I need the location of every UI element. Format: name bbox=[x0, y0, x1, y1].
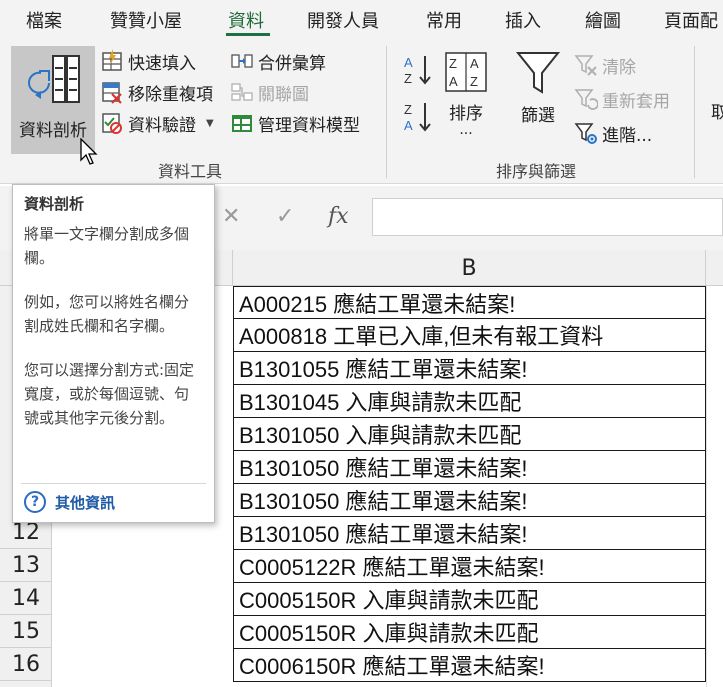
enter-icon[interactable]: ✓ bbox=[276, 204, 294, 229]
advanced-label: 進階... bbox=[602, 125, 653, 146]
relationships-button[interactable]: 關聯圖 bbox=[230, 79, 309, 105]
cell-b[interactable]: C0006150R 應結工單還未結案! bbox=[233, 649, 706, 682]
cancel-icon[interactable]: ✕ bbox=[222, 204, 240, 229]
tooltip-description: 將單一文字欄分割成多個欄。 bbox=[24, 225, 190, 267]
cell-b[interactable]: C0005150R 入庫與請款未匹配 bbox=[233, 583, 706, 616]
tooltip-title: 資料剖析 bbox=[24, 195, 85, 213]
text-to-columns-tooltip: 資料剖析 將單一文字欄分割成多個欄。 例如，您可以將姓名欄分割成姓氏欄和名字欄。… bbox=[12, 184, 215, 523]
consolidate-button[interactable]: 合併彙算 bbox=[230, 48, 326, 74]
tooltip-example: 例如，您可以將姓名欄分割成姓氏欄和名字欄。 bbox=[24, 293, 190, 335]
tooltip-divider bbox=[21, 483, 206, 484]
data-model-icon bbox=[232, 115, 252, 132]
remove-duplicates-button[interactable]: 移除重複項 bbox=[100, 79, 213, 105]
flash-fill-label: 快速填入 bbox=[128, 53, 196, 74]
clear-filter-button[interactable]: 清除 bbox=[574, 52, 636, 78]
text-to-columns-icon bbox=[28, 55, 80, 103]
cell-b[interactable]: A000818 工單已入庫,但未有報工資料 bbox=[233, 319, 706, 352]
manage-data-model-button[interactable]: 管理資料模型 bbox=[230, 110, 360, 136]
flash-fill-icon bbox=[102, 49, 122, 71]
sort-more-label: ... bbox=[459, 122, 473, 138]
manage-data-model-label: 管理資料模型 bbox=[258, 115, 360, 136]
group-separator bbox=[386, 46, 387, 178]
tab-draw[interactable]: 繪圖 bbox=[585, 7, 621, 33]
svg-text:Z: Z bbox=[404, 102, 412, 117]
active-tab-indicator bbox=[226, 33, 270, 36]
cell-b[interactable]: C0005150R 入庫與請款未匹配 bbox=[233, 616, 706, 649]
gridline bbox=[706, 286, 707, 687]
tooltip-options: 您可以選擇分割方式:固定寬度，或於每個逗號、句號或其他字元後分割。 bbox=[24, 361, 195, 427]
row-header[interactable]: 16 bbox=[0, 648, 52, 681]
ribbon: 資料剖析 快速填入 移除重複項 資料驗證 ▼ 合併彙算 關聯圖 管理資料模型 資… bbox=[0, 38, 723, 184]
cell-b[interactable]: B1301050 應結工單還未結案! bbox=[233, 451, 706, 484]
next-group-partial-label: 取 bbox=[711, 103, 723, 123]
cell-b[interactable]: B1301050 應結工單還未結案! bbox=[233, 484, 706, 517]
relationships-icon bbox=[231, 83, 253, 101]
formula-input[interactable] bbox=[372, 198, 723, 236]
group-label-data-tools: 資料工具 bbox=[158, 162, 223, 181]
tab-home[interactable]: 常用 bbox=[426, 7, 462, 33]
chevron-down-icon[interactable]: ▼ bbox=[206, 118, 214, 129]
insert-function-icon[interactable]: fx bbox=[328, 204, 349, 229]
tab-file[interactable]: 檔案 bbox=[26, 7, 62, 33]
svg-text:Z: Z bbox=[449, 56, 457, 71]
flash-fill-button[interactable]: 快速填入 bbox=[100, 48, 196, 74]
remove-duplicates-label: 移除重複項 bbox=[128, 84, 213, 105]
filter-label: 篩選 bbox=[521, 106, 555, 126]
cell-b[interactable]: B1301055 應結工單還未結案! bbox=[233, 352, 706, 385]
tab-page-layout[interactable]: 頁面配 bbox=[664, 7, 718, 33]
svg-text:A: A bbox=[404, 55, 413, 70]
svg-text:Z: Z bbox=[404, 71, 412, 86]
help-icon: ? bbox=[24, 491, 46, 513]
clear-filter-icon bbox=[574, 55, 597, 76]
sort-label: 排序 bbox=[449, 104, 483, 124]
data-validation-label: 資料驗證 bbox=[128, 115, 196, 136]
remove-duplicates-icon bbox=[102, 82, 122, 104]
tab-insert[interactable]: 插入 bbox=[505, 7, 541, 33]
mouse-pointer-icon bbox=[80, 138, 98, 165]
data-validation-button[interactable]: 資料驗證 ▼ bbox=[100, 110, 214, 136]
cell-b[interactable]: B1301050 入庫與請款未匹配 bbox=[233, 418, 706, 451]
reapply-button[interactable]: 重新套用 bbox=[574, 86, 670, 112]
group-separator-2 bbox=[694, 46, 695, 178]
row-header[interactable]: 15 bbox=[0, 615, 52, 648]
ribbon-tabs: 檔案 贊贊小屋 資料 開發人員 常用 插入 繪圖 頁面配 bbox=[0, 0, 723, 38]
advanced-filter-button[interactable]: 進階... bbox=[574, 120, 652, 146]
tab-developer[interactable]: 開發人員 bbox=[307, 7, 379, 33]
consolidate-icon bbox=[231, 54, 253, 68]
consolidate-label: 合併彙算 bbox=[258, 53, 326, 74]
cell-b[interactable]: B1301050 應結工單還未結案! bbox=[233, 517, 706, 550]
sort-button[interactable]: Z A A Z 排序 ... bbox=[440, 50, 492, 154]
filter-funnel-icon bbox=[515, 52, 561, 94]
relationships-label: 關聯圖 bbox=[258, 84, 309, 105]
cell-b[interactable]: B1301045 入庫與請款未匹配 bbox=[233, 385, 706, 418]
group-label-sort-filter: 排序與篩選 bbox=[496, 162, 577, 181]
tab-custom[interactable]: 贊贊小屋 bbox=[110, 7, 182, 33]
data-validation-icon bbox=[102, 113, 122, 134]
svg-text:A: A bbox=[470, 56, 479, 71]
svg-text:A: A bbox=[404, 118, 413, 133]
svg-text:A: A bbox=[449, 74, 458, 89]
advanced-filter-icon bbox=[574, 123, 597, 144]
more-info-label: 其他資訊 bbox=[55, 493, 116, 512]
filter-button[interactable]: 篩選 bbox=[510, 50, 566, 140]
column-header-b[interactable]: B bbox=[232, 250, 706, 286]
sort-ascending-icon[interactable]: A Z bbox=[401, 52, 435, 88]
tab-data[interactable]: 資料 bbox=[228, 7, 264, 33]
reapply-label: 重新套用 bbox=[602, 91, 670, 112]
svg-text:Z: Z bbox=[470, 74, 478, 89]
row-header[interactable]: 13 bbox=[0, 549, 52, 582]
row-header[interactable]: 14 bbox=[0, 582, 52, 615]
reapply-icon bbox=[574, 89, 598, 110]
tooltip-more-info-link[interactable]: ? 其他資訊 bbox=[24, 491, 115, 513]
cell-b[interactable]: C0005122R 應結工單還未結案! bbox=[233, 550, 706, 583]
sort-icon: Z A A Z bbox=[445, 52, 487, 92]
cell-b[interactable]: A000215 應結工單還未結案! bbox=[233, 286, 706, 319]
sort-descending-icon[interactable]: Z A bbox=[401, 99, 435, 135]
clear-label: 清除 bbox=[602, 57, 636, 78]
sort-az-za-buttons: A Z Z A bbox=[398, 52, 438, 142]
